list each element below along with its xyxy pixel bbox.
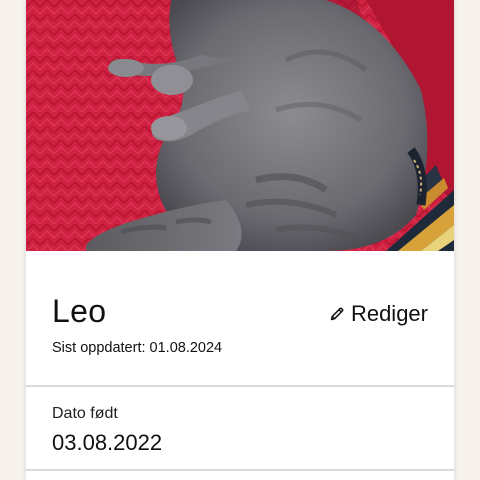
last-updated: Sist oppdatert: 01.08.2024 <box>52 339 222 357</box>
birth-date-value: 03.08.2022 <box>52 430 163 455</box>
pencil-icon <box>330 307 344 321</box>
pet-header: Leo Sist oppdatert: 01.08.2024 Rediger <box>26 251 454 385</box>
pet-profile-card: Leo Sist oppdatert: 01.08.2024 Rediger D… <box>26 0 454 480</box>
cat-photo-image <box>26 0 454 251</box>
divider <box>26 469 454 471</box>
pet-profile-screen: Leo Sist oppdatert: 01.08.2024 Rediger D… <box>0 0 480 480</box>
last-updated-date: 01.08.2024 <box>149 340 223 356</box>
birth-date-label: Dato født <box>52 405 118 422</box>
last-updated-label: Sist oppdatert: <box>52 340 146 356</box>
edit-button[interactable]: Rediger <box>329 301 428 327</box>
pet-photo <box>26 0 454 251</box>
edit-label: Rediger <box>350 301 428 326</box>
birth-date-field: Dato født 03.08.2022 <box>26 387 454 469</box>
pet-name: Leo <box>52 293 107 329</box>
